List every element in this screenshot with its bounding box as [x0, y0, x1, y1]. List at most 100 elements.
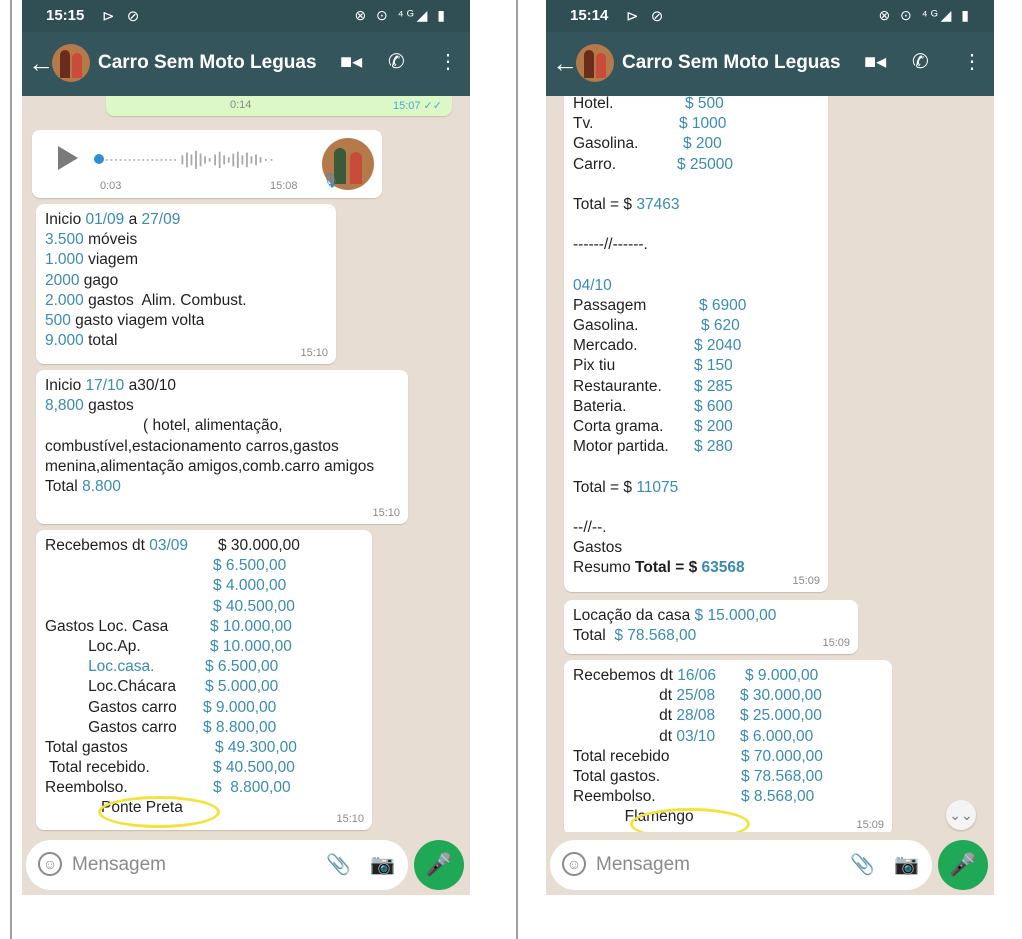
avatar[interactable]	[576, 44, 614, 82]
row-label-text: Reembolso.	[573, 788, 656, 806]
row-label-text: Reembolso.	[45, 779, 128, 797]
row-label-text: Total recebido.	[45, 759, 150, 777]
mic-button[interactable]: 🎤	[414, 840, 464, 890]
row-value: $ 8.800,00	[203, 718, 277, 736]
row-label-text: Total gastos	[45, 738, 128, 756]
message-input-bar[interactable]: ☺ Mensagem 📎 📷	[550, 840, 932, 890]
message-bubble[interactable]: Recebemos dt 16/06 $ 9.000,00 dt 25/08 $ 3…	[564, 660, 892, 832]
row-label: dt 03/10	[573, 727, 715, 747]
message-bubble[interactable]: Inicio 01/09 a 27/09 3.500 móveis 1.000 …	[36, 204, 336, 364]
status-time: 15:14	[570, 7, 609, 24]
message-bubble[interactable]: Recebemos dt 03/09 $ 30.000,00 $ 6.500,00 $…	[36, 530, 372, 830]
message-time: 15:09	[792, 575, 820, 587]
right-phone-screen: 15:14 ⊳ ⊘ ⊗ ⊙ ⁴ᴳ◢ ▮ ← Carro Sem Moto Leg…	[546, 0, 994, 895]
more-options-icon[interactable]: ⋮	[962, 49, 982, 74]
attach-icon[interactable]: 📎	[326, 852, 351, 877]
row-label-text: dt	[573, 687, 677, 705]
line-value: 63568	[701, 559, 745, 577]
row-label: Total gastos.	[573, 767, 660, 787]
row-label: Loc.Chácara	[45, 677, 176, 697]
row-label-text: dt	[573, 727, 677, 745]
voice-duration: 0:03	[100, 180, 122, 192]
row-value: $ 9.000,00	[745, 667, 819, 684]
center-divider	[516, 0, 518, 939]
status-notification-icons: ⊳ ⊘	[102, 8, 144, 25]
message-line: $ 6.500,00	[45, 556, 363, 576]
voice-message-outgoing[interactable]: 0:14 15:07 ✓✓	[106, 96, 452, 116]
row-value: $ 8.568,00	[741, 788, 815, 806]
row-label: Mercado.	[573, 337, 638, 355]
row-label: Corta grama.	[573, 418, 664, 435]
message-line: $ 40.500,00	[45, 597, 363, 617]
camera-icon[interactable]: 📷	[894, 852, 919, 877]
row-value: $ 6900	[699, 296, 747, 314]
row-label-date: 28/08	[676, 707, 716, 725]
double-chevron-down-icon[interactable]: ⌄⌄	[946, 800, 976, 830]
chat-title[interactable]: Carro Sem Moto Leguas	[98, 52, 317, 74]
line-text: ------//------.	[573, 236, 648, 254]
left-phone-screen: 15:15 ⊳ ⊘ ⊗ ⊙ ⁴ᴳ◢ ▮ ← Carro Sem Moto Leg…	[22, 0, 470, 895]
playback-slider[interactable]	[94, 154, 104, 164]
video-call-icon[interactable]: ■◂	[864, 49, 886, 74]
message-input[interactable]: Mensagem	[596, 854, 690, 876]
message-input-bar[interactable]: ☺ Mensagem 📎 📷	[26, 840, 408, 890]
message-bubble[interactable]: Locação da casa $ 15.000,00 Total $ 78.5…	[564, 600, 858, 654]
emoji-icon[interactable]: ☺	[38, 852, 62, 876]
message-line: Reembolso. $ 8.568,00	[573, 787, 883, 807]
message-bubble[interactable]: Hotel. $ 500 Tv. $ 1000 Gasolina. $ 200 Carro.…	[564, 96, 828, 592]
message-line: Total $ 78.568,00	[573, 627, 697, 645]
message-line: 3.500 móveis	[45, 231, 138, 249]
row-label-text: dt	[573, 707, 677, 725]
play-icon[interactable]	[58, 146, 78, 170]
more-options-icon[interactable]: ⋮	[438, 49, 458, 74]
mic-icon: 🎙	[322, 172, 340, 188]
row-value: $ 30.000,00	[218, 537, 300, 554]
message-time: 15:09	[822, 637, 850, 649]
chat-messages[interactable]: 0:14 15:07 ✓✓ 0:03 15:08 🎙 Inicio 01/09 …	[22, 96, 470, 832]
back-arrow-icon[interactable]: ←	[28, 48, 54, 79]
message-line: Total = $ 37463	[573, 195, 819, 215]
attach-icon[interactable]: 📎	[850, 852, 875, 877]
line-value: 11075	[636, 478, 679, 496]
line-text: Resumo	[573, 559, 636, 577]
row-value: $ 4.000,00	[213, 577, 287, 595]
message-time: 15:09	[856, 819, 884, 831]
message-line: Loc.casa. $ 6.500,00	[45, 657, 363, 677]
row-label: Recebemos dt 03/09	[45, 536, 188, 556]
video-call-icon[interactable]: ■◂	[340, 49, 362, 74]
row-value: $ 78.568,00	[741, 767, 823, 785]
message-line: Inicio 01/09 a 27/09	[45, 211, 181, 228]
row-value: $ 10.000,00	[210, 637, 292, 655]
camera-icon[interactable]: 📷	[370, 852, 395, 877]
message-line: Total 8.800	[45, 477, 121, 495]
row-label-text: Gastos carro	[45, 718, 177, 736]
back-arrow-icon[interactable]: ←	[552, 48, 578, 79]
status-system-icons: ⊗ ⊙ ⁴ᴳ◢ ▮	[354, 7, 448, 23]
message-bubble[interactable]: Inicio 17/10 a30/10 8,800 gastos ( hotel…	[36, 370, 408, 524]
mic-button[interactable]: 🎤	[938, 840, 988, 890]
row-label-date: 25/08	[676, 687, 716, 705]
chat-header: ← Carro Sem Moto Leguas ■◂ ✆ ⋮	[22, 32, 470, 96]
avatar[interactable]	[52, 44, 90, 82]
voice-message[interactable]: 0:03 15:08 🎙	[32, 130, 382, 198]
message-line: Loc.Chácara $ 5.000,00	[45, 677, 363, 697]
message-line: 1.000 viagem	[45, 251, 139, 269]
row-value: $ 70.000,00	[741, 747, 823, 765]
message-line: Loc.Ap. $ 10.000,00	[45, 637, 363, 657]
message-line: Reembolso. $ 8.800,00	[45, 778, 363, 798]
emoji-icon[interactable]: ☺	[562, 852, 586, 876]
left-divider	[10, 0, 12, 939]
row-label: Gasolina.	[573, 317, 639, 335]
phone-icon[interactable]: ✆	[388, 49, 405, 74]
message-input[interactable]: Mensagem	[72, 854, 166, 876]
message-line: Passagem $ 6900	[573, 296, 819, 316]
status-system-icons: ⊗ ⊙ ⁴ᴳ◢ ▮	[878, 7, 972, 23]
chat-title[interactable]: Carro Sem Moto Leguas	[622, 52, 841, 74]
row-label: Gastos carro	[45, 698, 177, 718]
row-label-text: Total recebido	[573, 747, 670, 765]
phone-icon[interactable]: ✆	[912, 49, 929, 74]
chat-messages[interactable]: Hotel. $ 500 Tv. $ 1000 Gasolina. $ 200 Carro.…	[546, 96, 994, 832]
